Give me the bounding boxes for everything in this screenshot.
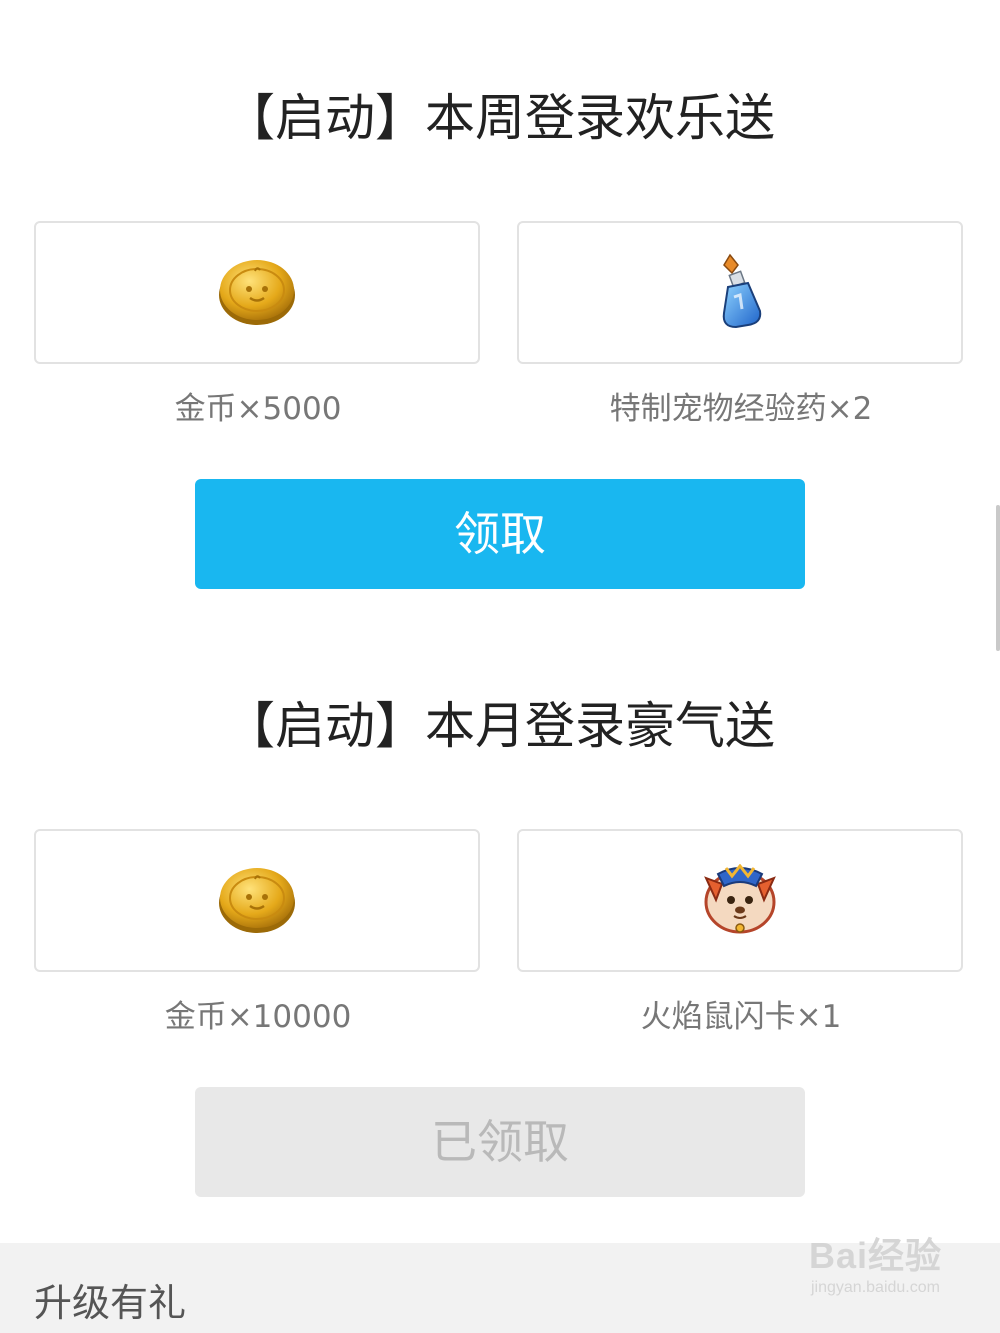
monthly-section-title: 【启动】本月登录豪气送 (225, 697, 775, 755)
weekly-reward-card-gold[interactable] (34, 221, 480, 364)
weekly-claim-button[interactable]: 领取 (195, 479, 805, 589)
watermark-brand: Bai经验 (808, 1235, 942, 1276)
weekly-reward-label-potion: 特制宠物经验药×2 (609, 391, 873, 427)
baidu-watermark: Bai经验 jingyan.baidu.com (809, 1227, 942, 1297)
monthly-reward-label-gold: 金币×10000 (164, 999, 352, 1035)
gold-coin-icon (217, 255, 297, 331)
upgrade-gift-title: 升级有礼 (34, 1281, 187, 1325)
weekly-reward-card-potion[interactable] (517, 221, 963, 364)
flame-mouse-card-icon (700, 863, 780, 938)
weekly-section-title: 【启动】本周登录欢乐送 (225, 89, 775, 147)
gold-coin-icon (217, 863, 297, 939)
monthly-reward-label-flashcard: 火焰鼠闪卡×1 (640, 999, 842, 1035)
monthly-reward-card-gold[interactable] (34, 829, 480, 972)
monthly-reward-card-flashcard[interactable] (517, 829, 963, 972)
scrollbar[interactable] (996, 505, 1000, 651)
weekly-reward-label-gold: 金币×5000 (174, 391, 342, 427)
exp-potion-icon (712, 253, 768, 333)
monthly-claimed-button: 已领取 (195, 1087, 805, 1197)
watermark-url: jingyan.baidu.com (811, 1279, 940, 1296)
